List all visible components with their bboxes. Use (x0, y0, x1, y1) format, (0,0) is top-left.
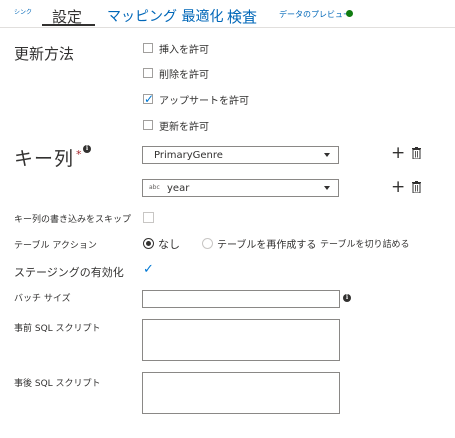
tab-mapping[interactable]: マッピング 最適化 (107, 6, 223, 26)
key-columns-label: キー列 (14, 148, 75, 170)
chevron-down-icon (324, 153, 330, 157)
staging-checkbox[interactable]: ✓ (143, 263, 154, 276)
table-action-none-radio[interactable] (143, 238, 154, 249)
skip-key-write-checkbox[interactable] (143, 212, 154, 223)
tab-inspect[interactable]: 検査 (227, 6, 257, 27)
add-key-column-icon[interactable]: + (391, 145, 405, 162)
allow-upsert-checkbox[interactable]: ✓ (143, 92, 155, 106)
status-dot-icon (346, 10, 353, 17)
active-tab-indicator (42, 24, 95, 26)
pre-sql-label: 事前 SQL スクリプト (14, 324, 101, 334)
checkmark-icon: ✓ (144, 92, 155, 106)
trash-icon[interactable] (412, 181, 421, 193)
chevron-down-icon (324, 186, 330, 190)
batch-size-input[interactable] (142, 290, 340, 308)
allow-delete-label: 削除を許可 (159, 70, 209, 81)
tab-data-preview[interactable]: データのプレビュー (279, 9, 351, 20)
key-column-dropdown-2[interactable]: abc year (142, 179, 339, 197)
allow-update-label: 更新を許可 (159, 122, 209, 133)
allow-update-checkbox[interactable] (143, 120, 153, 130)
allow-insert-checkbox[interactable] (143, 43, 153, 53)
trash-icon[interactable] (412, 147, 421, 159)
table-action-recreate-label: テーブルを再作成する (217, 240, 317, 251)
allow-delete-checkbox[interactable] (143, 68, 153, 78)
tab-sink[interactable]: シンク (14, 7, 32, 16)
update-method-label: 更新方法 (14, 45, 75, 63)
key-column-dropdown-1-value: PrimaryGenre (154, 150, 223, 161)
staging-label: ステージングの有効化 (14, 266, 124, 279)
allow-insert-label: 挿入を許可 (159, 45, 209, 56)
required-mark: * (76, 148, 82, 161)
key-columns-info-icon[interactable]: i (83, 145, 91, 153)
skip-key-write-label: キー列の書き込みをスキップ (14, 215, 132, 225)
post-sql-label: 事後 SQL スクリプト (14, 379, 101, 389)
pre-sql-textarea[interactable] (142, 319, 340, 361)
post-sql-textarea[interactable] (142, 372, 340, 414)
string-type-icon: abc (149, 184, 160, 191)
table-action-recreate-radio[interactable] (202, 238, 213, 249)
table-action-none-label: なし (158, 238, 180, 251)
header-divider (0, 27, 455, 28)
key-column-dropdown-2-value: year (167, 183, 190, 194)
batch-size-label: バッチ サイズ (14, 294, 71, 304)
table-action-label: テーブル アクション (14, 241, 97, 251)
allow-upsert-label: アップサートを許可 (159, 96, 249, 107)
key-column-dropdown-1[interactable]: PrimaryGenre (142, 146, 339, 164)
table-action-truncate-label[interactable]: テーブルを切り詰める (320, 237, 409, 250)
batch-size-info-icon[interactable]: i (343, 294, 351, 302)
add-key-column-icon[interactable]: + (391, 179, 405, 196)
